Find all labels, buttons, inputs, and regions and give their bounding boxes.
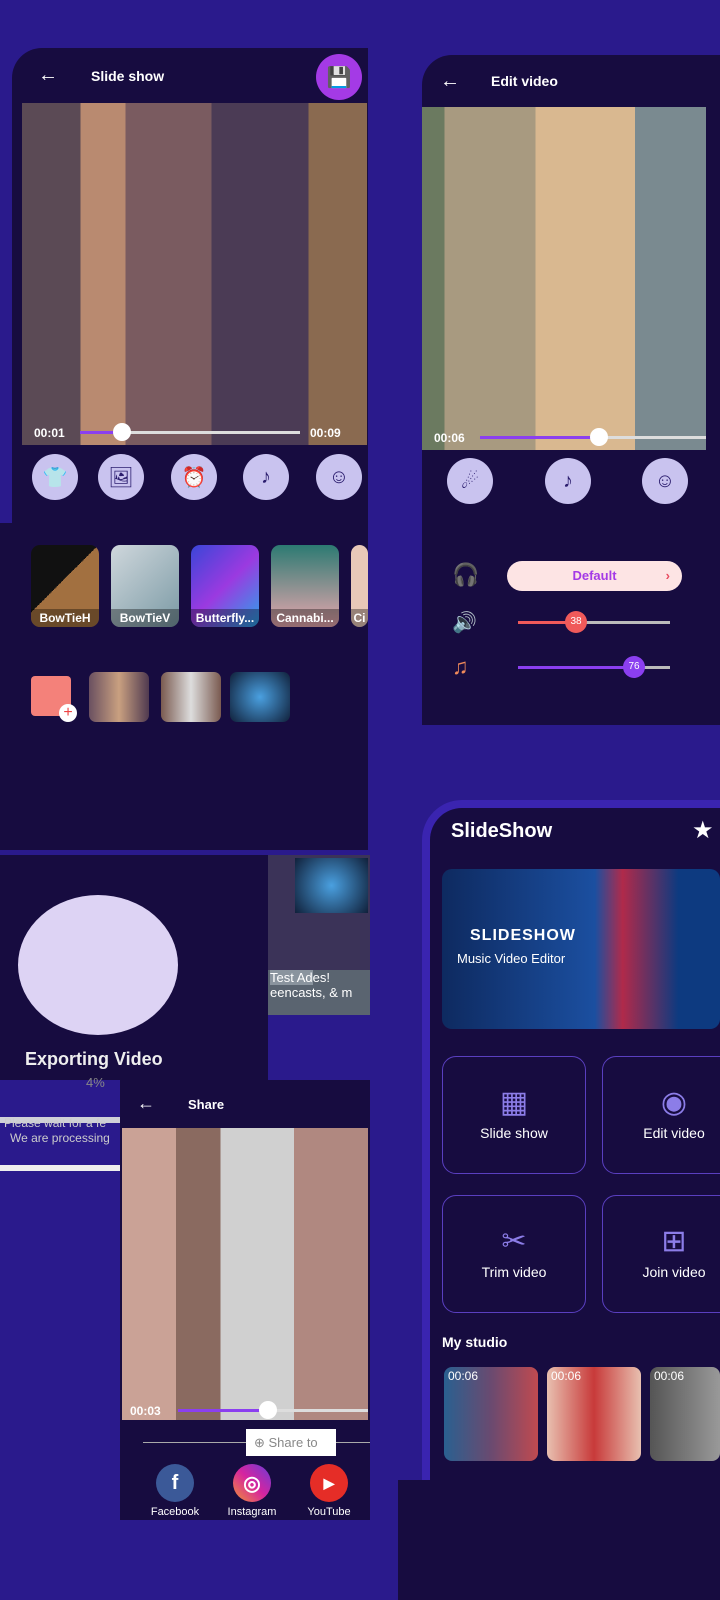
film-reel-icon	[18, 895, 178, 1035]
effect-butterfly[interactable]: Butterfly...	[191, 545, 259, 627]
edit-video-title: Edit video	[491, 73, 558, 89]
speedometer-icon: ◉	[660, 1086, 688, 1119]
scissors-icon: ✂	[501, 1225, 527, 1258]
bottom-dark	[398, 1480, 720, 1600]
magic-star-icon[interactable]: ☄	[447, 458, 493, 504]
seek-handle[interactable]	[113, 423, 131, 441]
back-arrow-icon[interactable]: ←	[137, 1093, 155, 1114]
instagram-icon: ◎	[233, 1464, 271, 1502]
video-preview	[22, 103, 367, 445]
ad-image	[295, 858, 368, 913]
photo-thumb[interactable]	[161, 672, 221, 722]
emoji-icon[interactable]: ☺	[642, 458, 688, 504]
effect-bowtiev[interactable]: BowTieV	[111, 545, 179, 627]
share-video-preview	[122, 1128, 368, 1420]
export-message-1: Please wait for a fe	[4, 1116, 107, 1130]
page-title: Slide show	[91, 68, 165, 84]
emoji-icon[interactable]: ☺	[316, 454, 362, 500]
export-message-2: We are processing	[10, 1131, 110, 1145]
share-seek-fill	[178, 1409, 268, 1412]
chevron-right-icon: ›	[665, 568, 670, 583]
share-current-time: 00:03	[130, 1404, 161, 1418]
grid-icon: ▦	[499, 1086, 529, 1119]
music-volume-handle[interactable]: 76	[623, 656, 645, 678]
end-time: 00:09	[310, 426, 341, 440]
share-instagram[interactable]: ◎ Instagram	[217, 1464, 287, 1518]
facebook-icon: f	[156, 1464, 194, 1502]
slide-show-button[interactable]: ▦ Slide show	[442, 1056, 586, 1174]
edit-seek-fill	[480, 436, 598, 439]
join-film-icon: ⊞	[661, 1225, 687, 1258]
star-icon[interactable]: ★	[692, 816, 714, 845]
current-time: 00:01	[34, 426, 65, 440]
effect-partial[interactable]: Ci	[351, 545, 368, 627]
share-to-label: ⊕ Share to	[246, 1429, 336, 1456]
volume-icon: 🔊	[452, 612, 477, 634]
images-icon[interactable]: 🖼	[98, 454, 144, 500]
music-volume-fill	[518, 666, 634, 669]
music-icon: ♫	[452, 654, 469, 679]
add-photo-icon[interactable]: +	[31, 676, 77, 722]
effect-cannabis[interactable]: Cannabi...	[271, 545, 339, 627]
studio-video[interactable]: 00:06	[444, 1367, 538, 1461]
photo-thumb[interactable]	[230, 672, 290, 722]
back-arrow-icon[interactable]: ←	[38, 64, 58, 87]
ad-label: Test Ad	[270, 970, 313, 985]
share-title: Share	[188, 1097, 225, 1112]
edit-video-button[interactable]: ◉ Edit video	[602, 1056, 720, 1174]
export-percent: 4%	[86, 1075, 105, 1090]
export-bottom-bar	[0, 1165, 120, 1171]
effect-bowtieh[interactable]: BowTieH	[31, 545, 99, 627]
banner-title: SLIDESHOW	[470, 927, 576, 944]
share-youtube[interactable]: ▶ YouTube	[294, 1464, 364, 1518]
studio-video[interactable]: 00:06	[547, 1367, 641, 1461]
my-studio-title: My studio	[442, 1334, 508, 1350]
share-seek-handle[interactable]	[259, 1401, 277, 1419]
app-title: SlideShow	[451, 820, 553, 842]
save-button[interactable]: 💾	[316, 54, 362, 100]
photo-thumb[interactable]	[89, 672, 149, 722]
home-banner[interactable]: SLIDESHOW Music Video Editor	[442, 869, 720, 1029]
banner-subtitle: Music Video Editor	[457, 951, 566, 966]
edit-video-preview	[422, 107, 706, 450]
shirt-icon[interactable]: 👕	[32, 454, 78, 500]
volume-handle[interactable]: 38	[565, 611, 587, 633]
studio-video[interactable]: 00:06	[650, 1367, 720, 1461]
share-facebook[interactable]: f Facebook	[140, 1464, 210, 1518]
trim-video-button[interactable]: ✂ Trim video	[442, 1195, 586, 1313]
music-folder-icon[interactable]: ♪	[545, 458, 591, 504]
join-video-button[interactable]: ⊞ Join video	[602, 1195, 720, 1313]
edit-current-time: 00:06	[434, 431, 465, 445]
ad-text: Test Ades! eencasts, & m	[268, 970, 370, 1015]
alarm-clock-icon[interactable]: ⏰	[171, 454, 217, 500]
music-folder-icon[interactable]: ♪	[243, 454, 289, 500]
youtube-icon: ▶	[310, 1464, 348, 1502]
export-title: Exporting Video	[25, 1049, 163, 1069]
edit-seek-handle[interactable]	[590, 428, 608, 446]
headphones-icon: 🎧	[452, 562, 480, 587]
audio-preset-select[interactable]: Default ›	[507, 561, 682, 591]
back-arrow-icon[interactable]: ←	[440, 70, 460, 93]
